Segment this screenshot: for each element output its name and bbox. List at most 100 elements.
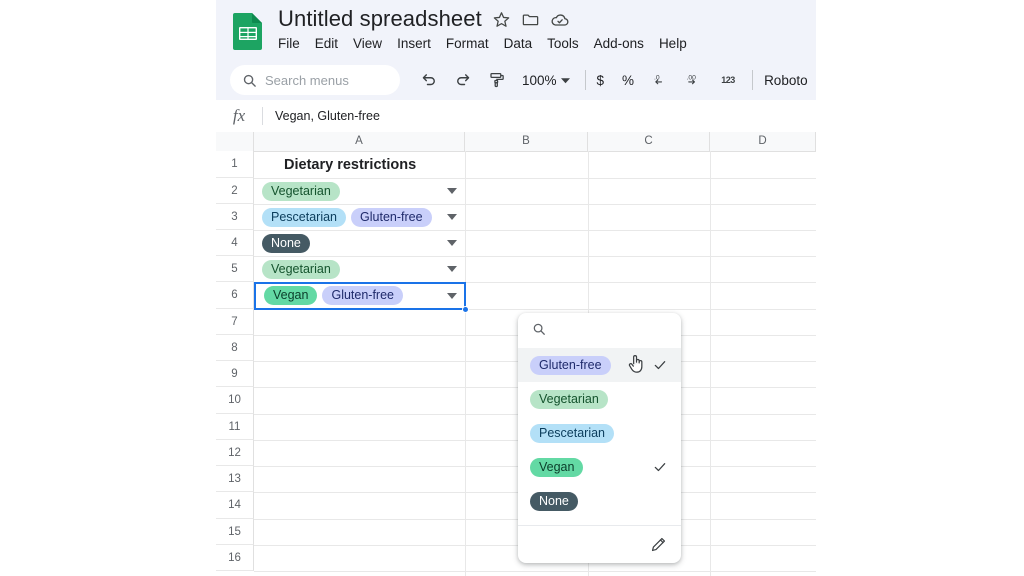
svg-text:.00: .00 <box>687 74 697 81</box>
row-header[interactable]: 3 <box>216 204 254 230</box>
menu-item-tools[interactable]: Tools <box>547 36 579 51</box>
row-header[interactable]: 15 <box>216 519 254 545</box>
toolbar: Search menus 100% $ % .0 .00 123 Roboto <box>216 60 816 100</box>
increase-decimal-button[interactable]: .00 <box>680 66 708 94</box>
fx-label: fx <box>232 106 246 125</box>
menu-item-insert[interactable]: Insert <box>397 36 431 51</box>
row-header[interactable]: 5 <box>216 256 254 282</box>
zoom-level-selector[interactable]: 100% <box>522 73 570 88</box>
chip[interactable]: Gluten-free <box>322 286 403 305</box>
cell-a6[interactable]: Vegan Gluten-free <box>254 282 465 309</box>
dropdown-option-none[interactable]: None <box>518 484 681 518</box>
row-header[interactable]: 16 <box>216 545 254 571</box>
cell-dropdown-arrow[interactable] <box>447 214 457 220</box>
currency-format-button[interactable]: $ <box>593 73 609 88</box>
row-header[interactable]: 12 <box>216 440 254 466</box>
chip[interactable]: Pescetarian <box>262 207 347 227</box>
toolbar-divider <box>584 70 586 90</box>
page-title[interactable]: Untitled spreadsheet <box>278 6 482 32</box>
cloud-saved-icon[interactable] <box>550 10 569 29</box>
chip: Vegan <box>530 457 584 477</box>
cell-a1[interactable]: Dietary restrictions <box>254 151 465 178</box>
menu-item-addons[interactable]: Add-ons <box>594 36 644 51</box>
dropdown-footer <box>518 525 681 563</box>
chip[interactable]: Vegan <box>264 286 318 305</box>
dropdown-search-input[interactable] <box>518 313 681 346</box>
row-header[interactable]: 10 <box>216 387 254 414</box>
row-header[interactable]: 6 <box>216 282 254 309</box>
row-header[interactable]: 8 <box>216 335 254 361</box>
chip[interactable]: Vegetarian <box>262 181 340 201</box>
grid-row-line <box>254 309 816 310</box>
dropdown-option-gluten-free[interactable]: Gluten-free <box>518 348 681 382</box>
row-header[interactable]: 7 <box>216 309 254 335</box>
grid-column-line <box>465 151 466 576</box>
column-header-d[interactable]: D <box>710 132 816 151</box>
search-icon <box>242 73 257 88</box>
menu-item-edit[interactable]: Edit <box>315 36 338 51</box>
menu-item-file[interactable]: File <box>278 36 300 51</box>
cell-dropdown-arrow[interactable] <box>447 240 457 246</box>
row-header[interactable]: 14 <box>216 492 254 519</box>
chip: Vegetarian <box>530 389 608 409</box>
cell-a4[interactable]: None <box>254 230 465 256</box>
zoom-level-label: 100% <box>522 72 557 88</box>
cell-dropdown-arrow-active[interactable] <box>447 293 457 299</box>
dropdown-option-vegetarian[interactable]: Vegetarian <box>518 382 681 416</box>
undo-icon[interactable] <box>415 66 443 94</box>
column-header-b[interactable]: B <box>465 132 588 151</box>
column-header-a[interactable]: A <box>254 132 465 151</box>
app-header: Untitled spreadsheet File Edit View Inse… <box>216 0 816 100</box>
dropdown-option-list: Gluten-free Vegetarian Pescetarian Vegan <box>518 346 681 518</box>
search-input[interactable]: Search menus <box>230 65 400 95</box>
cell-a5[interactable]: Vegetarian <box>254 256 465 282</box>
chip[interactable]: Vegetarian <box>262 259 340 279</box>
grid-row-line <box>254 571 816 572</box>
star-icon[interactable] <box>492 10 511 29</box>
chip-dropdown-menu: Gluten-free Vegetarian Pescetarian Vegan <box>518 313 681 563</box>
cell-a3[interactable]: Pescetarian Gluten-free <box>254 204 465 230</box>
check-icon <box>653 460 667 474</box>
menu-item-help[interactable]: Help <box>659 36 687 51</box>
grid-column-line <box>710 151 711 576</box>
cell-dropdown-arrow[interactable] <box>447 188 457 194</box>
toolbar-buttons: 100% $ % .0 .00 123 Roboto <box>412 60 808 100</box>
dropdown-option-vegan[interactable]: Vegan <box>518 450 681 484</box>
chip: None <box>530 491 578 511</box>
cell-a2[interactable]: Vegetarian <box>254 178 465 204</box>
check-icon <box>653 358 667 372</box>
column-headers: A B C D <box>216 132 816 152</box>
paint-format-icon[interactable] <box>483 66 511 94</box>
redo-icon[interactable] <box>449 66 477 94</box>
row-header[interactable]: 4 <box>216 230 254 256</box>
column-header-c[interactable]: C <box>588 132 710 151</box>
dropdown-option-pescetarian[interactable]: Pescetarian <box>518 416 681 450</box>
row-header[interactable]: 9 <box>216 361 254 387</box>
more-formats-button[interactable]: 123 <box>714 66 742 94</box>
row-header[interactable]: 11 <box>216 414 254 440</box>
decrease-decimal-button[interactable]: .0 <box>646 66 674 94</box>
row-header[interactable]: 13 <box>216 466 254 492</box>
sheets-logo-icon <box>232 12 264 50</box>
more-formats-label: 123 <box>721 75 735 85</box>
search-placeholder: Search menus <box>265 72 349 88</box>
toolbar-divider-2 <box>752 70 754 90</box>
select-all-corner[interactable] <box>216 132 254 151</box>
row-header[interactable]: 1 <box>216 151 254 178</box>
cell-dropdown-arrow[interactable] <box>447 266 457 272</box>
folder-icon[interactable] <box>521 10 540 29</box>
percent-format-button[interactable]: % <box>618 73 638 88</box>
menu-bar: File Edit View Insert Format Data Tools … <box>278 36 687 51</box>
font-family-selector[interactable]: Roboto <box>764 73 808 88</box>
pencil-edit-icon[interactable] <box>650 536 667 553</box>
menu-item-view[interactable]: View <box>353 36 382 51</box>
row-header[interactable]: 2 <box>216 178 254 204</box>
menu-item-data[interactable]: Data <box>504 36 533 51</box>
formula-input[interactable]: Vegan, Gluten-free <box>263 109 380 123</box>
chip[interactable]: Gluten-free <box>351 207 432 227</box>
selection-fill-handle[interactable] <box>462 306 469 313</box>
menu-item-format[interactable]: Format <box>446 36 489 51</box>
chevron-down-icon <box>560 76 570 85</box>
chip[interactable]: None <box>262 233 310 253</box>
chip: Gluten-free <box>530 355 611 375</box>
